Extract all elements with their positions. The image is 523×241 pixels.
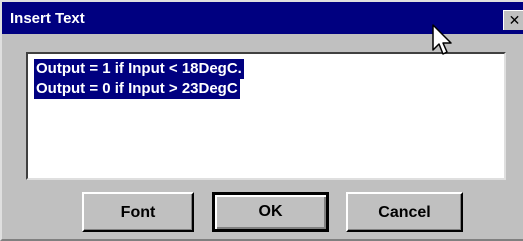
close-glyph: ✕ bbox=[508, 12, 521, 28]
insert-text-dialog: Insert Text ✕ Output = 1 if Input < 18De… bbox=[0, 0, 523, 241]
text-input-area[interactable]: Output = 1 if Input < 18DegC. Output = 0… bbox=[26, 52, 506, 180]
close-icon[interactable]: ✕ bbox=[503, 10, 523, 30]
font-button-label: Font bbox=[120, 204, 156, 221]
text-line-1-content: Output = 1 if Input < 18DegC. bbox=[36, 60, 242, 77]
cancel-button-label: Cancel bbox=[378, 204, 431, 221]
text-line-2: Output = 0 if Input > 23DegC bbox=[34, 79, 240, 99]
ok-button-label: OK bbox=[258, 203, 283, 220]
ok-button[interactable]: OK bbox=[212, 192, 329, 232]
text-line-1: Output = 1 if Input < 18DegC. bbox=[34, 59, 244, 79]
text-line-2-content: Output = 0 if Input > 23DegC bbox=[36, 80, 238, 97]
dialog-title: Insert Text bbox=[10, 10, 85, 27]
cancel-button[interactable]: Cancel bbox=[346, 192, 463, 232]
font-button[interactable]: Font bbox=[82, 192, 194, 232]
mouse-pointer-icon bbox=[432, 24, 452, 55]
